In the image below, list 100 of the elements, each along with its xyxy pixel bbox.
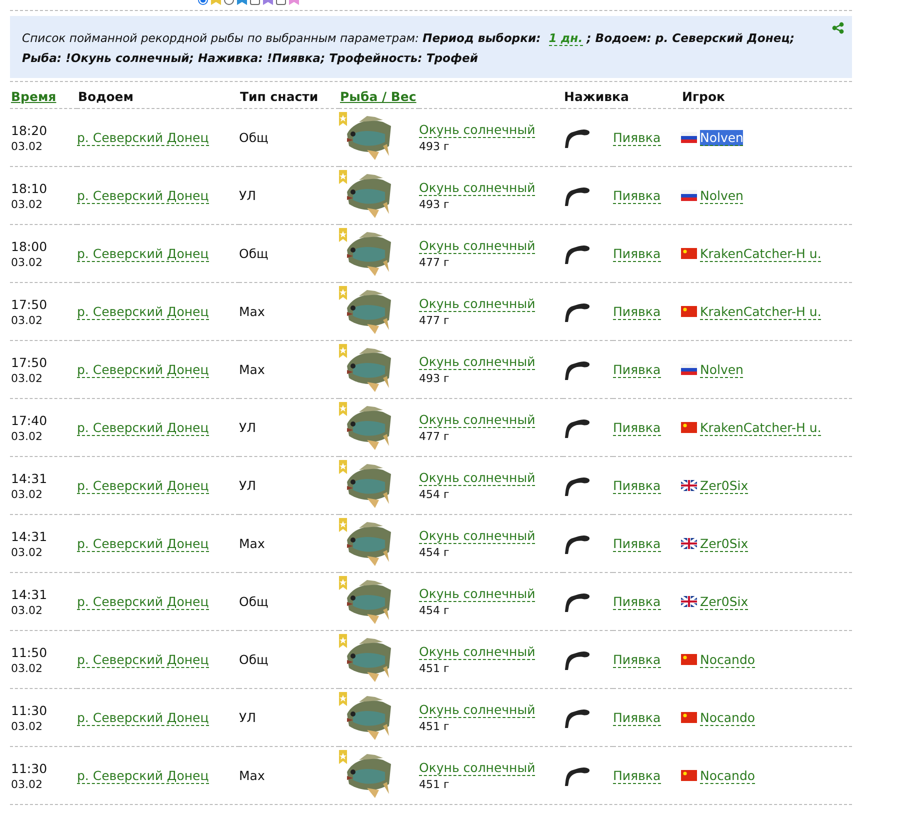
water-link[interactable]: р. Северский Донец <box>77 362 209 378</box>
tackle-type: Мах <box>239 362 265 377</box>
bait-link[interactable]: Пиявка <box>613 420 661 436</box>
catch-date: 03.02 <box>11 430 44 442</box>
column-header: Наживка <box>563 88 629 106</box>
tackle-type: УЛ <box>239 478 256 493</box>
flag-icon <box>681 596 697 607</box>
flag-icon <box>681 770 697 781</box>
water-link[interactable]: р. Северский Донец <box>77 768 209 784</box>
fish-link[interactable]: Окунь солнечный <box>419 702 536 718</box>
bait-link[interactable]: Пиявка <box>613 768 661 784</box>
fish-weight: 477 г <box>419 430 450 443</box>
water-link[interactable]: р. Северский Донец <box>77 536 209 552</box>
tackle-type: Общ <box>239 130 268 145</box>
tackle-type: УЛ <box>239 710 256 725</box>
bait-link[interactable]: Пиявка <box>613 362 661 378</box>
fish-link[interactable]: Окунь солнечный <box>419 238 536 254</box>
catch-time: 11:30 <box>11 760 48 776</box>
fish-link[interactable]: Окунь солнечный <box>419 296 536 312</box>
fish-weight: 451 г <box>419 662 450 675</box>
player-link[interactable]: Nocando <box>700 768 756 784</box>
catch-time: 11:30 <box>11 702 48 718</box>
fish-weight: 454 г <box>419 604 450 617</box>
flag-icon <box>681 422 697 433</box>
catch-time: 18:10 <box>11 180 48 196</box>
fish-weight: 451 г <box>419 778 450 791</box>
column-header: Водоем <box>77 88 134 106</box>
catch-date: 03.02 <box>11 720 44 732</box>
bait-link[interactable]: Пиявка <box>613 304 661 320</box>
bait-link[interactable]: Пиявка <box>613 652 661 668</box>
player-link[interactable]: Nolven <box>700 130 744 146</box>
column-header: Тип снасти <box>239 88 318 106</box>
catch-date: 03.02 <box>11 372 44 384</box>
catch-date: 03.02 <box>11 488 44 500</box>
catch-time: 18:00 <box>11 238 48 254</box>
flag-icon <box>681 306 697 317</box>
flag-icon <box>681 132 697 143</box>
tackle-type: УЛ <box>239 420 256 435</box>
water-link[interactable]: р. Северский Донец <box>77 130 209 146</box>
flag-icon <box>681 480 697 491</box>
player-link[interactable]: Nolven <box>700 362 744 378</box>
bait-link[interactable]: Пиявка <box>613 536 661 552</box>
tackle-type: Общ <box>239 594 268 609</box>
catch-time: 17:50 <box>11 296 48 312</box>
fish-weight: 477 г <box>419 314 450 327</box>
fish-link[interactable]: Окунь солнечный <box>419 528 536 544</box>
fish-weight: 477 г <box>419 256 450 269</box>
fish-weight: 493 г <box>419 372 450 385</box>
fish-link[interactable]: Окунь солнечный <box>419 470 536 486</box>
water-link[interactable]: р. Северский Донец <box>77 478 209 494</box>
water-link[interactable]: р. Северский Донец <box>77 594 209 610</box>
fish-link[interactable]: Окунь солнечный <box>419 122 536 138</box>
catch-date: 03.02 <box>11 546 44 558</box>
bait-link[interactable]: Пиявка <box>613 188 661 204</box>
player-link[interactable]: Nocando <box>700 652 756 668</box>
flag-icon <box>681 364 697 375</box>
flag-icon <box>681 248 697 259</box>
column-header: Игрок <box>681 88 726 106</box>
fish-weight: 454 г <box>419 546 450 559</box>
catch-time: 17:40 <box>11 412 48 428</box>
flag-icon <box>681 538 697 549</box>
catch-date: 03.02 <box>11 314 44 326</box>
catch-date: 03.02 <box>11 140 44 152</box>
fish-weight: 493 г <box>419 198 450 211</box>
catch-time: 11:50 <box>11 644 48 660</box>
fish-link[interactable]: Окунь солнечный <box>419 586 536 602</box>
share-icon[interactable] <box>832 22 844 34</box>
period-link[interactable]: 1 дн. <box>548 31 583 46</box>
player-link[interactable]: Zer0Six <box>700 536 748 552</box>
player-link[interactable]: KrakenCatcher-H u. <box>700 420 822 436</box>
water-link[interactable]: р. Северский Донец <box>77 246 209 262</box>
fish-link[interactable]: Окунь солнечный <box>419 412 536 428</box>
fish-link[interactable]: Окунь солнечный <box>419 644 536 660</box>
tackle-type: Мах <box>239 768 265 783</box>
column-header[interactable]: Рыба / Вес <box>339 82 416 108</box>
bait-link[interactable]: Пиявка <box>613 478 661 494</box>
fish-link[interactable]: Окунь солнечный <box>419 760 536 776</box>
water-link[interactable]: р. Северский Донец <box>77 420 209 436</box>
flag-icon <box>681 190 697 201</box>
player-link[interactable]: KrakenCatcher-H u. <box>700 304 822 320</box>
player-link[interactable]: Zer0Six <box>700 594 748 610</box>
bait-link[interactable]: Пиявка <box>613 130 661 146</box>
catch-time: 18:20 <box>11 122 48 138</box>
player-link[interactable]: Nolven <box>700 188 744 204</box>
player-link[interactable]: Zer0Six <box>700 478 748 494</box>
water-link[interactable]: р. Северский Донец <box>77 304 209 320</box>
water-link[interactable]: р. Северский Донец <box>77 710 209 726</box>
player-link[interactable]: KrakenCatcher-H u. <box>700 246 822 262</box>
fish-link[interactable]: Окунь солнечный <box>419 180 536 196</box>
bait-link[interactable]: Пиявка <box>613 594 661 610</box>
tackle-type: Мах <box>239 304 265 319</box>
column-header[interactable]: Время <box>10 82 56 108</box>
catch-time: 14:31 <box>11 528 48 544</box>
water-link[interactable]: р. Северский Донец <box>77 188 209 204</box>
fish-link[interactable]: Окунь солнечный <box>419 354 536 370</box>
water-link[interactable]: р. Северский Донец <box>77 652 209 668</box>
bait-link[interactable]: Пиявка <box>613 246 661 262</box>
catch-time: 14:31 <box>11 586 48 602</box>
bait-link[interactable]: Пиявка <box>613 710 661 726</box>
player-link[interactable]: Nocando <box>700 710 756 726</box>
